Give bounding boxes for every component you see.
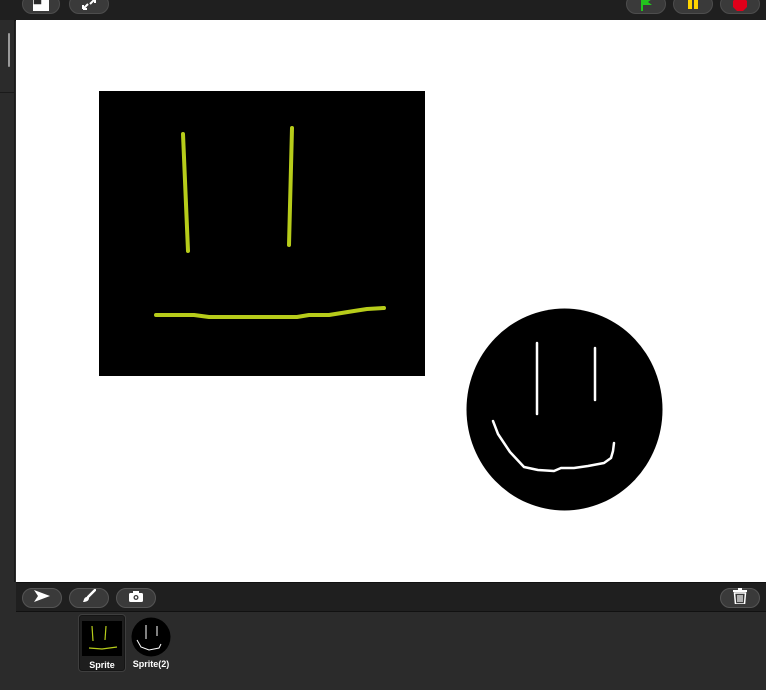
stop-button[interactable] bbox=[720, 0, 760, 14]
paintbrush-icon bbox=[82, 588, 97, 608]
fullscreen-icon bbox=[81, 0, 97, 11]
green-flag-icon bbox=[638, 0, 654, 11]
camera-icon bbox=[129, 589, 143, 607]
paint-new-sprite-button[interactable] bbox=[69, 588, 109, 608]
sprite-label: Sprite bbox=[89, 660, 115, 670]
stage-sprite-circle-smiley[interactable] bbox=[466, 308, 663, 511]
sprite-tile-sprite-2[interactable]: Sprite(2) bbox=[127, 614, 175, 672]
divider bbox=[0, 92, 15, 93]
sprite-label: Sprite(2) bbox=[132, 659, 170, 669]
sprite-thumbnail bbox=[131, 617, 171, 657]
turtle-button[interactable] bbox=[22, 588, 62, 608]
corral-margin bbox=[0, 582, 16, 690]
stage-size-icon bbox=[33, 0, 49, 11]
resize-handle[interactable] bbox=[8, 33, 10, 67]
trash-button[interactable] bbox=[720, 587, 760, 609]
stage[interactable] bbox=[16, 20, 766, 582]
stop-icon bbox=[732, 0, 748, 11]
camera-button[interactable] bbox=[116, 588, 156, 608]
sprite-corral-toolbar bbox=[16, 582, 766, 612]
sprite-tile-sprite[interactable]: Sprite bbox=[78, 614, 126, 672]
pause-button[interactable] bbox=[673, 0, 713, 14]
green-flag-button[interactable] bbox=[626, 0, 666, 14]
fullscreen-button[interactable] bbox=[69, 0, 109, 14]
turtle-arrow-icon bbox=[33, 589, 51, 607]
app-root: Sprite Sprite(2) bbox=[0, 0, 766, 690]
stage-size-button[interactable] bbox=[22, 0, 60, 14]
palette-edge bbox=[0, 20, 15, 582]
sprite-corral: Sprite Sprite(2) bbox=[16, 612, 766, 690]
pause-icon bbox=[686, 0, 700, 11]
sprite-thumbnail bbox=[82, 619, 122, 657]
trash-icon bbox=[733, 587, 747, 609]
stage-sprite-square-smiley[interactable] bbox=[99, 91, 425, 376]
stage-control-bar bbox=[0, 0, 766, 21]
